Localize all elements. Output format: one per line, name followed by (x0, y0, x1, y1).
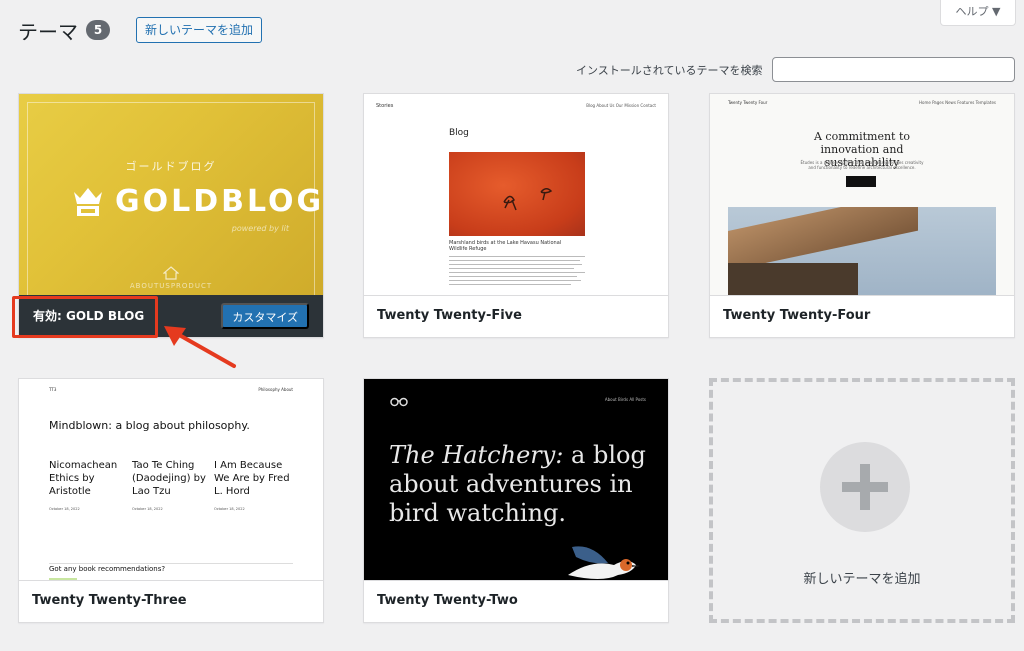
gold-logo-text: GOLDBLOG (115, 184, 323, 219)
thumb-architecture-image (728, 207, 996, 297)
page-title: テーマ (18, 20, 78, 44)
thumb-caption: Marshland birds at the Lake Havasu Natio… (449, 240, 562, 252)
annotation-arrow-icon (164, 326, 236, 368)
thumb-site-title: Twenty Twenty Four (728, 100, 768, 105)
theme-count-badge: 5 (86, 20, 110, 40)
thumb-site-title: TT3 (49, 387, 57, 392)
plus-icon[interactable] (820, 442, 910, 532)
thumb-nav: Blog About Us Our Mission Contact (586, 103, 656, 108)
add-new-theme-button[interactable]: 新しいテーマを追加 (136, 17, 263, 43)
thumb-divider (49, 563, 293, 564)
gold-sub-text: powered by lit (231, 224, 289, 233)
theme-name: Twenty Twenty-Two (377, 593, 518, 608)
thumb-post-title: I Am Because We Are by Fred L. Hord (214, 460, 290, 497)
theme-screenshot[interactable]: Twenty Twenty Four Home Pages News Featu… (710, 94, 1014, 297)
thumb-text-lines (449, 256, 585, 288)
theme-card-twenty-twenty-five[interactable]: Stories Blog About Us Our Mission Contac… (363, 93, 669, 338)
gold-top-text: ゴールドブログ (125, 160, 217, 173)
help-tab-button[interactable]: ヘルプ ▼ (940, 0, 1016, 26)
thumb-heading: The Hatchery: a blog about adventures in… (389, 441, 649, 528)
themes-page: テーマ 5 新しいテーマを追加 ヘルプ ▼ インストールされているテーマを検索 … (0, 0, 1024, 651)
thumb-post-title: Tao Te Ching (Daodejing) by Lao Tzu (132, 460, 206, 497)
thumb-nav: Philosophy About (258, 387, 293, 392)
theme-screenshot[interactable]: ゴールドブログ GOLDBLOG powered by lit ABOUTUSP… (19, 94, 323, 297)
search-label: インストールされているテーマを検索 (576, 64, 763, 77)
theme-screenshot[interactable]: Stories Blog About Us Our Mission Contac… (364, 94, 668, 297)
theme-card-twenty-twenty-four[interactable]: Twenty Twenty Four Home Pages News Featu… (709, 93, 1015, 338)
binoculars-icon (390, 397, 408, 407)
thumb-post-date: October 18, 2022 (132, 507, 163, 511)
theme-footer: Twenty Twenty-Three (19, 580, 323, 622)
theme-name: Twenty Twenty-Four (723, 308, 871, 323)
thumb-site-title: Stories (376, 103, 394, 109)
thumb-nav: About Birds All Posts (604, 397, 646, 402)
theme-screenshot[interactable]: About Birds All Posts The Hatchery: a bl… (364, 379, 668, 582)
annotation-highlight-box (12, 296, 158, 338)
bird-icon (568, 546, 640, 579)
crown-logo-icon (74, 188, 102, 216)
theme-card-twenty-twenty-two[interactable]: About Birds All Posts The Hatchery: a bl… (363, 378, 669, 623)
house-icon (163, 266, 179, 280)
theme-search-input[interactable] (772, 57, 1015, 82)
thumb-heading: Mindblown: a blog about philosophy. (49, 419, 250, 432)
birds-icon (503, 188, 553, 211)
thumb-heading-italic: The Hatchery: (389, 441, 564, 469)
theme-footer: Twenty Twenty-Four (710, 295, 1014, 337)
gold-bottom-text: ABOUTUSPRODUCT (129, 282, 213, 290)
theme-name: Twenty Twenty-Five (377, 308, 522, 323)
theme-name: Twenty Twenty-Three (32, 593, 187, 608)
theme-card-twenty-twenty-three[interactable]: TT3 Philosophy About Mindblown: a blog a… (18, 378, 324, 623)
thumb-nav: Home Pages News Features Templates (918, 100, 996, 105)
theme-footer: Twenty Twenty-Two (364, 580, 668, 622)
thumb-post-date: October 18, 2022 (214, 507, 245, 511)
add-new-theme-label[interactable]: 新しいテーマを追加 (713, 568, 1011, 587)
theme-screenshot[interactable]: TT3 Philosophy About Mindblown: a blog a… (19, 379, 323, 582)
thumb-heading: Blog (449, 128, 469, 138)
thumb-button (846, 176, 876, 187)
theme-footer: Twenty Twenty-Five (364, 295, 668, 337)
thumb-question: Got any book recommendations? (49, 565, 166, 573)
add-new-theme-card[interactable]: 新しいテーマを追加 (709, 378, 1015, 623)
thumb-bird-image (449, 152, 585, 236)
thumb-text: Études is a pioneering firm that seamles… (800, 160, 924, 170)
thumb-post-title: Nicomachean Ethics by Aristotle (49, 460, 118, 497)
thumb-post-date: October 18, 2022 (49, 507, 80, 511)
